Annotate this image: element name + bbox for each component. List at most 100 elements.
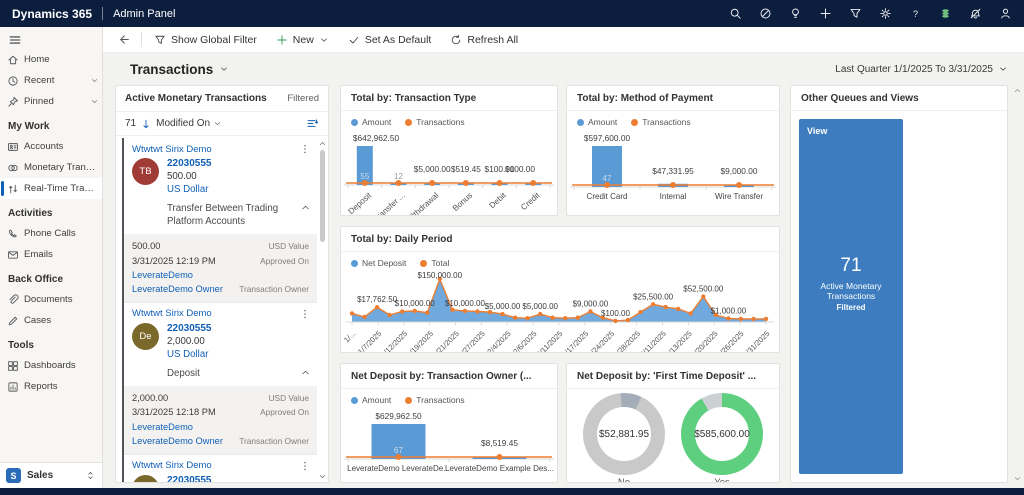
scroll-up-icon [1014,89,1021,92]
queue-view-tile[interactable]: View 71 Active Monetary Transactions Fil… [799,119,903,474]
bell-icon[interactable] [969,7,982,20]
sidebar-item-emails[interactable]: Emails [0,244,102,265]
legend-item: Net Deposit [351,258,406,268]
avatar: De [132,322,159,350]
hamburger-menu-icon[interactable] [0,27,102,49]
sidebar-item-phone-calls[interactable]: Phone Calls [0,223,102,244]
gear-icon[interactable] [879,7,892,20]
plus-icon[interactable] [819,7,832,20]
owner-link[interactable]: LeverateDemo Owner [132,434,223,448]
sidebar-item-documents[interactable]: Documents [0,289,102,310]
transaction-id-link[interactable]: 22030555 [167,475,212,482]
help-icon[interactable]: ? [909,7,922,20]
sidebar-item-dashboards[interactable]: Dashboards [0,355,102,376]
dynamics-logo[interactable]: Dynamics 365 [12,7,92,21]
transaction-details: 500.00 USD Value 3/31/2025 12:19 PM Approv… [124,234,317,302]
list-settings-icon[interactable] [306,117,319,130]
donut-chart[interactable]: $585,600.00 [681,393,763,475]
report-icon [7,381,24,393]
person-icon[interactable] [999,7,1012,20]
org-link[interactable]: LeverateDemo [132,268,193,282]
search-icon[interactable] [729,7,742,20]
funnel-icon [154,34,166,46]
collapse-icon[interactable] [300,202,311,213]
legend-item: Amount [577,117,617,127]
svg-text:3/20/2025: 3/20/2025 [689,329,719,353]
org-link[interactable]: LeverateDemo [132,420,193,434]
clock-icon [7,75,24,87]
svg-text:3/31/2025: 3/31/2025 [741,329,771,353]
more-options-icon[interactable] [299,308,311,320]
donut-no: $52,881.95 No [583,393,665,482]
funnel-icon[interactable] [849,7,862,20]
date-range-filter[interactable]: Last Quarter 1/1/2025 To 3/31/2025 [835,64,1008,75]
scroll-up-icon[interactable] [1013,86,1022,95]
phone-icon [8,229,17,237]
transaction-id-link[interactable]: 22030555 [167,158,212,169]
area-switcher-icon[interactable] [85,470,96,481]
svg-text:12: 12 [394,172,403,181]
sidebar-item-home[interactable]: Home [0,49,102,70]
scroll-down-icon[interactable] [318,472,327,481]
page-scrollbar[interactable] [1013,86,1022,483]
account-link[interactable]: Wtwtwt Sirix Demo [132,308,299,319]
avatar: De [132,474,159,482]
svg-text:$8,519.45: $8,519.45 [481,438,518,448]
list-item[interactable]: Wtwtwt Sirix Demo De 22030555 5,000.00 U… [124,455,317,482]
scroll-up-icon[interactable] [318,139,327,148]
sidebar-item-monetary-transactions[interactable]: Monetary Transactions [0,157,102,178]
chart-card-method-of-payment: Total by: Method of Payment Amount Transa… [566,85,780,216]
section-label-tools: Tools [8,340,34,351]
svg-text:1/19/2025: 1/19/2025 [405,329,435,353]
sidebar-item-cases[interactable]: Cases [0,310,102,331]
sidebar-item-real-time-trading[interactable]: Real-Time Trading [0,178,102,199]
account-link[interactable]: Wtwtwt Sirix Demo [132,460,299,471]
page-title[interactable]: Transactions [130,62,229,77]
sortdesc-icon [143,119,149,128]
area-label: Sales [27,470,54,481]
back-button[interactable] [117,33,130,46]
topbar-icons: ? [729,7,1012,20]
currency-link[interactable]: US Dollar [167,349,212,360]
sort-descending-icon[interactable] [140,118,152,130]
sidebar-item-recent[interactable]: Recent [0,70,102,91]
chevdown-icon [91,79,98,82]
report-icon [8,381,18,392]
back-icon [120,35,129,44]
more-options-icon[interactable] [299,460,311,472]
top-navigation-bar: Dynamics 365 Admin Panel ? [0,0,1024,27]
coins-icon[interactable] [939,7,952,20]
account-link[interactable]: Wtwtwt Sirix Demo [132,144,299,155]
scrollbar-thumb[interactable] [319,150,325,242]
sidebar-item-pinned[interactable]: Pinned [0,91,102,112]
chevron-down-icon [998,64,1008,74]
collapse-icon[interactable] [300,367,311,378]
list-scrollbar[interactable] [317,139,327,481]
set-as-default-button[interactable]: Set As Default [348,34,431,46]
scroll-down-icon[interactable] [1013,474,1022,483]
show-global-filter-button[interactable]: Show Global Filter [154,34,257,46]
sidebar-item-reports[interactable]: Reports [0,376,102,397]
area-switcher[interactable]: S Sales [0,462,102,488]
donut-chart[interactable]: $52,881.95 [583,393,665,475]
more-options-icon[interactable] [299,143,311,155]
sort-field-selector[interactable]: Modified On [156,118,222,129]
new-button[interactable]: New [276,34,329,46]
more-options-icon [304,461,306,470]
currency-link[interactable]: US Dollar [167,184,212,195]
svg-text:Debit: Debit [488,190,509,210]
list-item[interactable]: Wtwtwt Sirix Demo TB 22030555 500.00 US … [124,138,317,303]
refresh-all-button[interactable]: Refresh All [450,34,518,46]
legend-item: Amount [351,395,391,405]
view-filtered: Filtered [836,303,866,313]
transaction-id-link[interactable]: 22030555 [167,323,212,334]
plus-icon [277,34,287,45]
app-name[interactable]: Admin Panel [113,8,175,20]
compass-icon[interactable] [759,7,772,20]
sidebar-item-accounts[interactable]: Accounts [0,136,102,157]
owner-link[interactable]: LeverateDemo Owner [132,282,223,296]
chart-legend: Amount Transactions [341,389,557,405]
bulb-icon[interactable] [789,7,802,20]
list-item[interactable]: Wtwtwt Sirix Demo De 22030555 2,000.00 U… [124,303,317,455]
collapse-icon [302,205,309,210]
